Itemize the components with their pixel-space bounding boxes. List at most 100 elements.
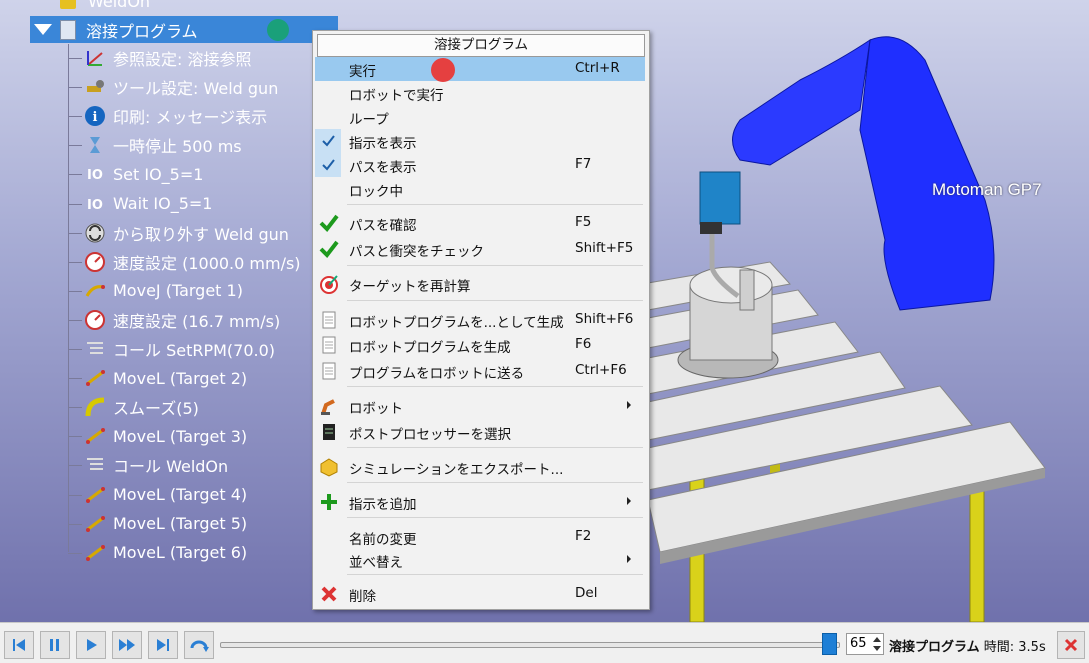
menu-item[interactable]: パスと衝突をチェック Shift+F5 <box>315 237 645 261</box>
menu-item-shortcut: F7 <box>575 156 592 172</box>
menu-item[interactable]: ロボットプログラムを生成 F6 <box>315 333 645 357</box>
tree-item-label: 溶接プログラム <box>86 21 198 41</box>
menu-item-label: ロボットプログラムを...として生成 <box>349 315 564 331</box>
menu-item-label: 並べ替え <box>349 555 403 571</box>
tool-icon <box>84 76 106 98</box>
menu-item[interactable]: ポストプロセッサーを選択 <box>315 420 645 444</box>
tree-connector <box>68 494 82 496</box>
tree-item[interactable]: MoveJ (Target 1) <box>84 277 243 305</box>
menu-item-label: パスと衝突をチェック <box>349 244 484 260</box>
go-to-end-button[interactable] <box>148 631 178 659</box>
spinner-arrows-icon[interactable] <box>871 634 883 654</box>
menu-item-label: ポストプロセッサーを選択 <box>349 427 511 443</box>
tree-item[interactable]: MoveL (Target 5) <box>84 510 247 538</box>
post-processor-icon <box>318 421 340 443</box>
tree-item[interactable]: ツール設定: Weld gun <box>84 73 278 101</box>
tree-item[interactable]: MoveL (Target 4) <box>84 481 247 509</box>
menu-separator <box>347 447 643 448</box>
speed-value: 65 <box>850 636 867 651</box>
menu-item[interactable]: ロボットで実行 <box>315 81 645 105</box>
tree-item[interactable]: 一時停止 500 ms <box>84 131 242 159</box>
tree-item[interactable]: 速度設定 (16.7 mm/s) <box>84 306 280 334</box>
menu-item-label: 指示を追加 <box>349 497 417 513</box>
tree-connector <box>68 174 82 176</box>
menu-item[interactable]: ロボット <box>315 394 645 418</box>
pause-button[interactable] <box>40 631 70 659</box>
menu-item[interactable]: ロボットプログラムを...として生成 Shift+F6 <box>315 308 645 332</box>
tree-connector <box>68 523 82 525</box>
go-to-start-button[interactable] <box>4 631 34 659</box>
tree-item[interactable]: IO Wait IO_5=1 <box>84 190 212 218</box>
program-icon <box>60 0 76 9</box>
tree-item[interactable]: IO Set IO_5=1 <box>84 160 203 188</box>
tree-item-label: MoveL (Target 6) <box>113 543 248 563</box>
movel-icon <box>84 367 106 389</box>
movel-icon <box>84 513 106 535</box>
tree-item-label: 一時停止 500 ms <box>113 137 242 157</box>
tree-item[interactable]: MoveL (Target 2) <box>84 364 247 392</box>
menu-item-label: パスを確認 <box>349 218 417 234</box>
menu-item[interactable]: 並べ替え <box>315 548 645 572</box>
svg-text:IO: IO <box>87 168 103 183</box>
tree-connector <box>68 349 82 350</box>
tree-item[interactable]: コール SetRPM(70.0) <box>84 335 275 363</box>
tree-item[interactable]: 速度設定 (1000.0 mm/s) <box>84 248 301 276</box>
loop-button[interactable] <box>184 631 214 659</box>
menu-item-label: シミュレーションをエクスポート... <box>349 462 564 478</box>
menu-item-label: 実行 <box>349 64 376 80</box>
submenu-arrow-icon <box>627 401 631 409</box>
io-icon: IO <box>84 163 106 185</box>
menu-item-shortcut: F5 <box>575 214 592 230</box>
tree-item[interactable]: MoveL (Target 6) <box>84 539 247 567</box>
tree-item-label: 印刷: メッセージ表示 <box>113 108 268 128</box>
tree-connector <box>68 145 82 147</box>
tree-connector <box>68 465 82 467</box>
tree-item[interactable]: から取り外す Weld gun <box>84 219 289 247</box>
tree-item-label: 速度設定 (16.7 mm/s) <box>113 311 281 331</box>
stop-simulation-button[interactable] <box>1057 631 1085 659</box>
checkmark-icon <box>315 129 341 153</box>
tree-connector <box>68 290 82 292</box>
menu-item[interactable]: 削除 Del <box>315 582 645 606</box>
click-indicator <box>431 58 455 82</box>
timeline-slider-thumb[interactable] <box>821 633 837 655</box>
play-button[interactable] <box>76 631 106 659</box>
menu-item-label: ロボットプログラムを生成 <box>349 340 511 356</box>
menu-separator <box>347 265 643 266</box>
movel-icon <box>84 542 106 564</box>
collapse-arrow-icon[interactable] <box>34 24 52 35</box>
rounding-icon <box>84 396 106 418</box>
tree-item[interactable]: コール WeldOn <box>84 451 228 479</box>
menu-item[interactable]: 実行 Ctrl+R <box>315 57 645 81</box>
menu-item[interactable]: シミュレーションをエクスポート... <box>315 455 645 479</box>
document-icon <box>318 309 340 331</box>
tree-item[interactable]: 参照設定: 溶接参照 <box>84 44 251 72</box>
menu-item-label: パスを表示 <box>349 160 417 176</box>
tree-item[interactable]: i 印刷: メッセージ表示 <box>84 102 267 130</box>
menu-item[interactable]: プログラムをロボットに送る Ctrl+F6 <box>315 359 645 383</box>
tree-item-weldon[interactable]: WeldOn <box>60 0 150 11</box>
tree-item-label: Wait IO_5=1 <box>113 194 213 213</box>
menu-item[interactable]: 指示を表示 <box>315 129 645 153</box>
simulation-timeline-slider[interactable] <box>220 642 840 648</box>
fast-forward-button[interactable] <box>112 631 142 659</box>
context-menu[interactable]: 溶接プログラム 実行 Ctrl+R ロボットで実行 ループ 指示を表示 パスを表示 F7 ロッ… <box>312 30 650 610</box>
menu-item[interactable]: パスを表示 F7 <box>315 153 645 177</box>
menu-item[interactable]: 指示を追加 <box>315 490 645 514</box>
menu-separator <box>347 517 643 518</box>
skip-end-icon <box>157 639 169 651</box>
menu-item-shortcut: Shift+F6 <box>575 311 634 327</box>
mouse-cursor-indicator <box>267 19 289 41</box>
tree-item[interactable]: スムーズ(5) <box>84 393 199 421</box>
tree-item-label: MoveL (Target 5) <box>113 514 248 534</box>
menu-item[interactable]: パスを確認 F5 <box>315 211 645 235</box>
menu-item[interactable]: ロック中 <box>315 177 645 201</box>
tree-item[interactable]: MoveL (Target 3) <box>84 422 247 450</box>
menu-item[interactable]: ターゲットを再計算 <box>315 272 645 296</box>
menu-item[interactable]: ループ <box>315 105 645 129</box>
tree-item-weld-program[interactable]: 溶接プログラム <box>30 16 338 43</box>
program-tree[interactable]: WeldOn 溶接プログラム 参照設定: 溶接参照 ツール設定: Weld gun… <box>0 0 340 620</box>
speed-gauge-icon <box>84 251 106 273</box>
green-check-icon <box>318 212 340 234</box>
menu-item[interactable]: 名前の変更 F2 <box>315 525 645 549</box>
